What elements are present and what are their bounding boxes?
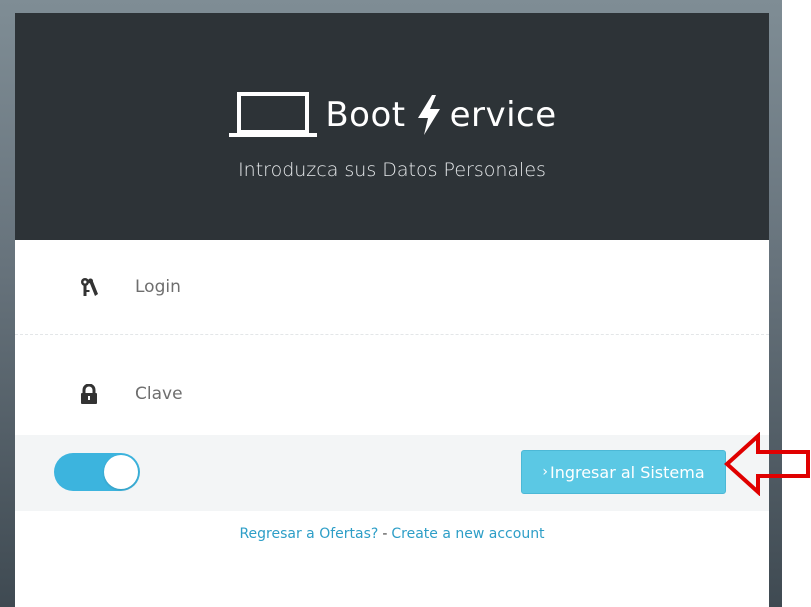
brand-name-part2: ervice	[449, 95, 557, 135]
login-card: Boot ervice Introduzca sus Datos Persona…	[15, 13, 769, 607]
keys-icon	[81, 278, 98, 296]
link-separator: -	[382, 526, 388, 542]
login-subtitle: Introduzca sus Datos Personales	[238, 159, 546, 181]
brand-logo: Boot ervice	[15, 85, 769, 145]
login-field-row	[15, 240, 769, 335]
back-to-offers-link[interactable]: Regresar a Ofertas?	[239, 526, 378, 542]
red-arrow-icon	[724, 432, 810, 496]
login-input[interactable]	[135, 272, 695, 302]
password-input[interactable]	[135, 379, 695, 409]
footer-links: Regresar a Ofertas? - Create a new account	[15, 526, 769, 542]
brand-name-part1: Boot	[325, 95, 406, 135]
toggle-knob	[104, 455, 138, 489]
laptop-icon	[229, 92, 318, 137]
login-submit-button[interactable]: › Ingresar al Sistema	[521, 450, 726, 494]
login-submit-label: Ingresar al Sistema	[549, 462, 705, 482]
password-field-row	[15, 342, 769, 436]
remember-toggle[interactable]	[54, 453, 140, 491]
create-account-link[interactable]: Create a new account	[391, 526, 544, 542]
login-actions: › Ingresar al Sistema	[15, 435, 769, 511]
chevron-right-icon: ›	[542, 464, 548, 480]
login-header: Boot ervice Introduzca sus Datos Persona…	[15, 13, 769, 240]
lock-icon	[81, 384, 97, 404]
lightning-bolt-icon	[417, 95, 440, 135]
